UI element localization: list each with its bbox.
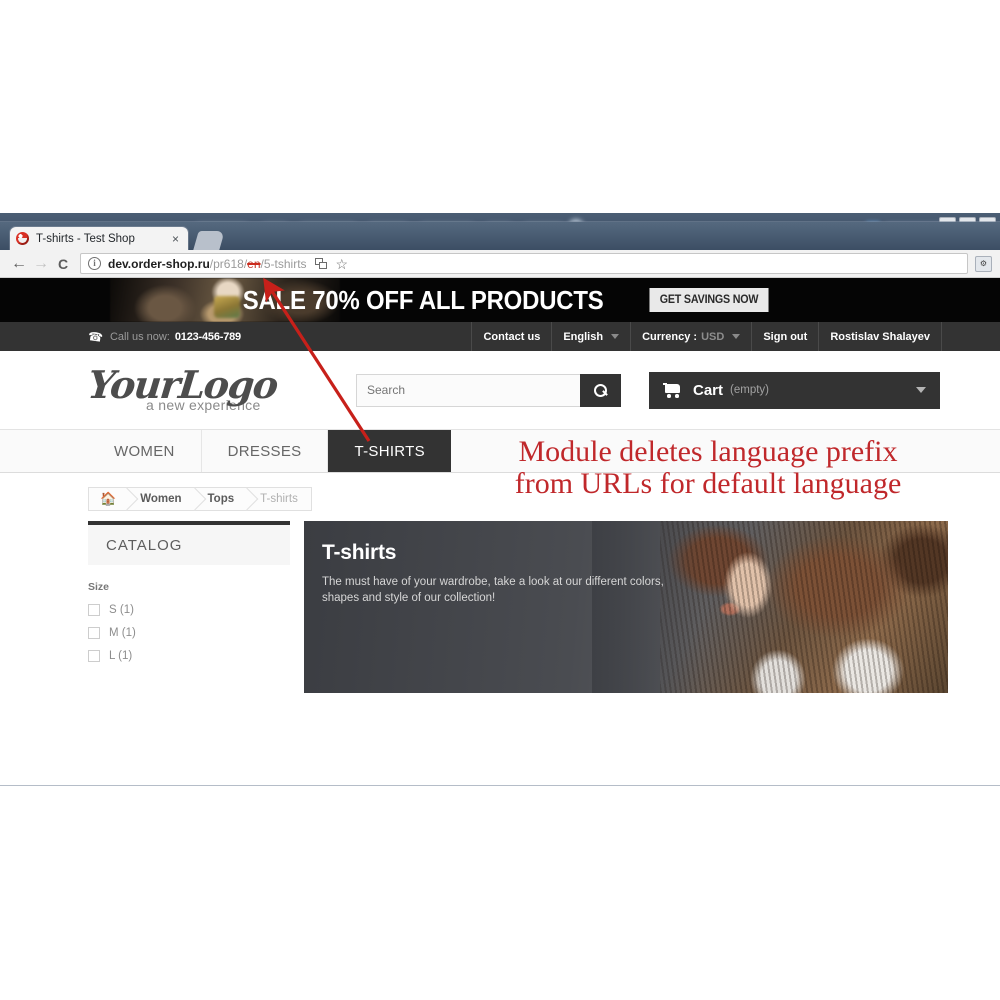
size-filter-label: Size — [88, 581, 110, 593]
sign-out-link[interactable]: Sign out — [751, 322, 818, 351]
browser-toolbar: ← → C i dev.order-shop.ru/pr618/en/5-tsh… — [0, 250, 1000, 278]
account-name-label: Rostislav Shalayev — [830, 330, 930, 343]
call-us-label: Call us now: — [109, 330, 170, 343]
chevron-down-icon — [732, 334, 741, 339]
cart-block[interactable]: Cart (empty) — [649, 371, 940, 409]
screenshot-root: — ☐ × T-shirts - Test Shop × ← → C i dev… — [0, 0, 1000, 1000]
search-input[interactable] — [356, 373, 580, 407]
browser-tabstrip: T-shirts - Test Shop × — [0, 222, 1000, 250]
sign-out-label: Sign out — [763, 330, 808, 343]
nav-tab-dresses[interactable]: DRESSES — [202, 430, 329, 472]
tab-title: T-shirts - Test Shop — [36, 232, 135, 245]
nav-contact-us[interactable]: Contact us — [471, 322, 551, 351]
nav-tab-women[interactable]: WOMEN — [88, 430, 202, 472]
bookmark-star-icon[interactable]: ☆ — [336, 257, 349, 271]
tab-close-icon[interactable]: × — [169, 233, 182, 245]
call-us-block: ☎ Call us now: 0123-456-789 — [0, 322, 241, 351]
annotation-line-1: Module deletes language prefix — [518, 435, 898, 468]
cart-status: (empty) — [730, 384, 769, 396]
cart-icon — [663, 382, 682, 398]
phone-number: 0123-456-789 — [174, 330, 241, 343]
account-name-link[interactable]: Rostislav Shalayev — [818, 322, 941, 351]
catalog-title: CATALOG — [106, 536, 183, 554]
promo-banner: SALE 70% OFF ALL PRODUCTS GET SAVINGS NO… — [0, 278, 1000, 322]
filter-label-m: M (1) — [109, 627, 136, 639]
browser-menu-area[interactable]: ⚙ — [975, 255, 992, 272]
search-block — [356, 373, 621, 407]
translate-icon[interactable] — [314, 257, 328, 270]
url-path-suffix: /5-tshirts — [260, 256, 307, 271]
promo-headline: SALE 70% OFF ALL PRODUCTS — [242, 284, 604, 315]
reload-button-icon[interactable]: C — [52, 253, 74, 275]
currency-value: USD — [701, 330, 725, 343]
web-page: SALE 70% OFF ALL PRODUCTS GET SAVINGS NO… — [0, 278, 1000, 784]
breadcrumb: 🏠 Women Tops T-shirts — [88, 487, 312, 511]
breadcrumb-home-icon[interactable]: 🏠 — [89, 488, 127, 510]
search-icon — [594, 383, 607, 397]
language-selector[interactable]: English — [551, 322, 630, 351]
url-language-prefix-struck: en — [247, 256, 261, 271]
main-navigation: WOMEN DRESSES T-SHIRTS Module deletes la… — [0, 429, 1000, 500]
annotation-line-2: from URLs for default language — [514, 467, 902, 501]
filter-option-l[interactable]: L (1) — [88, 650, 290, 662]
checkbox-icon[interactable] — [88, 650, 100, 662]
filter-option-s[interactable]: S (1) — [88, 604, 290, 616]
logo-wordmark: YourLogo — [85, 361, 280, 407]
browser-menu-icon[interactable]: ⚙ — [975, 255, 992, 272]
category-hero-banner: T-shirts The must have of your wardrobe,… — [304, 521, 948, 693]
browser-tab-active[interactable]: T-shirts - Test Shop × — [10, 227, 188, 250]
category-title: T-shirts — [322, 541, 397, 564]
filter-label-s: S (1) — [109, 604, 134, 616]
checkbox-icon[interactable] — [88, 604, 100, 616]
top-utility-bar: ☎ Call us now: 0123-456-789 Contact us E… — [0, 322, 1000, 351]
chevron-down-icon — [611, 334, 620, 339]
address-bar[interactable]: i dev.order-shop.ru/pr618/en/5-tshirts ☆ — [80, 253, 968, 274]
url-host: dev.order-shop.ru — [108, 256, 210, 271]
chevron-down-icon — [916, 387, 926, 393]
size-filter-group: Size S (1) M (1) L (1) — [88, 581, 290, 662]
page-columns: CATALOG Size S (1) M (1) L (1) T-shirts … — [0, 521, 1000, 693]
forward-button-icon: → — [33, 254, 49, 272]
url-text: dev.order-shop.ru/pr618/en/5-tshirts — [108, 257, 307, 271]
currency-label: Currency : — [642, 330, 698, 343]
get-savings-button[interactable]: GET SAVINGS NOW — [649, 288, 769, 312]
cart-label: Cart — [693, 381, 724, 399]
checkbox-icon[interactable] — [88, 627, 100, 639]
favicon-icon — [16, 232, 29, 245]
url-path-prefix: /pr618/ — [209, 256, 248, 271]
new-tab-button[interactable] — [193, 231, 225, 250]
filter-option-m[interactable]: M (1) — [88, 627, 290, 639]
catalog-header: CATALOG — [88, 521, 290, 565]
filter-label-l: L (1) — [109, 650, 133, 662]
phone-icon: ☎ — [87, 328, 104, 345]
sidebar: CATALOG Size S (1) M (1) L (1) — [88, 521, 290, 693]
search-submit-button[interactable] — [580, 373, 621, 407]
browser-window: T-shirts - Test Shop × ← → C i dev.order… — [0, 222, 1000, 785]
site-logo[interactable]: YourLogo a new experience — [85, 361, 356, 413]
annotation-text: Module deletes language prefix from URLs… — [428, 430, 988, 501]
site-info-icon[interactable]: i — [88, 257, 101, 270]
site-header: YourLogo a new experience Cart (empty) — [0, 351, 1000, 429]
hero-model-photo — [660, 521, 948, 693]
contact-us-label: Contact us — [483, 330, 541, 343]
language-label: English — [563, 330, 604, 343]
main-content: T-shirts The must have of your wardrobe,… — [304, 521, 948, 693]
currency-selector[interactable]: Currency : USD — [630, 322, 751, 351]
category-description: The must have of your wardrobe, take a l… — [322, 576, 664, 605]
back-button-icon[interactable]: ← — [8, 253, 30, 275]
